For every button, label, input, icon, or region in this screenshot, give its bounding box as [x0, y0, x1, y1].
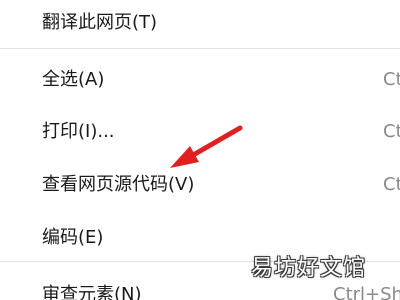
menu-item-shortcut: Ct: [383, 121, 400, 142]
menu-item-shortcut: Ctrl+Sh: [333, 284, 400, 300]
menu-item-label: 审查元素(N): [42, 284, 142, 300]
menu-item-shortcut: Ct: [383, 69, 400, 90]
menu-item-label: 全选(A): [42, 69, 105, 90]
menu-item-label: 打印(I)...: [42, 121, 115, 142]
menu-separator: [0, 48, 400, 49]
menu-item-encoding[interactable]: 编码(E): [0, 219, 400, 255]
menu-item-label: 编码(E): [42, 227, 104, 248]
context-menu: 翻译此网页(T) 全选(A) Ct 打印(I)... Ct 查看网页源代码(V)…: [0, 0, 400, 300]
menu-item-select-all[interactable]: 全选(A) Ct: [0, 61, 400, 97]
menu-item-view-source[interactable]: 查看网页源代码(V) Ct: [0, 166, 400, 202]
menu-item-print[interactable]: 打印(I)... Ct: [0, 113, 400, 149]
menu-item-label: 翻译此网页(T): [42, 12, 158, 33]
menu-separator: [0, 261, 400, 262]
menu-item-translate[interactable]: 翻译此网页(T): [0, 4, 400, 40]
menu-item-shortcut: Ct: [383, 174, 400, 195]
menu-item-inspect-element[interactable]: 审查元素(N) Ctrl+Sh: [0, 276, 400, 300]
menu-item-label: 查看网页源代码(V): [42, 174, 195, 195]
